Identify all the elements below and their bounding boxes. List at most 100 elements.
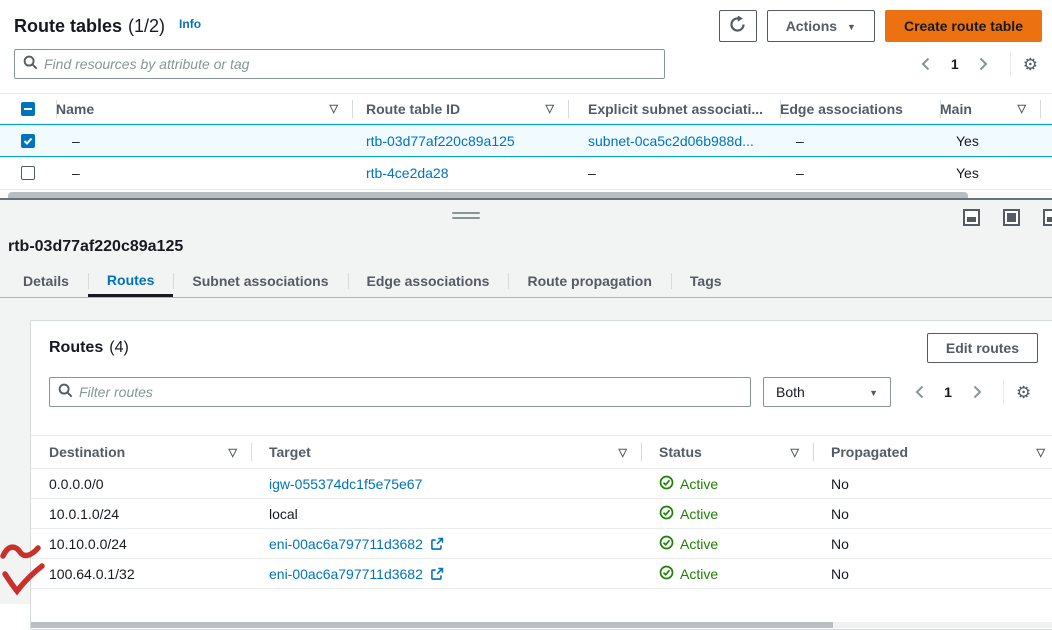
refresh-icon (729, 16, 746, 36)
target-link[interactable]: igw-055374dc1f5e75e67 (269, 476, 422, 492)
status-text: Active (680, 566, 718, 582)
sort-icon[interactable]: ▽ (791, 446, 813, 459)
panel-bottom-icon[interactable] (963, 209, 980, 226)
selection-count: (1/2) (128, 16, 165, 37)
resource-search[interactable] (14, 49, 665, 79)
divider (1010, 52, 1011, 76)
tab-subnet-associations[interactable]: Subnet associations (173, 265, 347, 297)
external-link-icon[interactable] (430, 567, 444, 581)
cell-propagated: No (813, 559, 1052, 588)
next-page-button[interactable] (970, 50, 998, 78)
select-all-checkbox[interactable] (21, 102, 35, 116)
column-header-destination[interactable]: Destination ▽ (31, 436, 251, 468)
edit-routes-button[interactable]: Edit routes (927, 333, 1038, 363)
routes-filter-row: Both ▼ 1 ⚙ (31, 363, 1052, 407)
header-actions: Actions ▼ Create route table (719, 10, 1042, 42)
routes-filter-input[interactable] (79, 384, 742, 400)
sort-icon[interactable]: ▽ (229, 446, 251, 459)
cell-destination: 10.0.1.0/24 (31, 499, 251, 528)
route-row[interactable]: 10.0.1.0/24 local Active No (31, 499, 1052, 529)
route-table-id-link[interactable]: rtb-03d77af220c89a125 (366, 133, 515, 149)
route-table-id-link[interactable]: rtb-4ce2da28 (366, 165, 449, 181)
cell-propagated: No (813, 529, 1052, 558)
sort-icon[interactable]: ▽ (1037, 446, 1052, 459)
tab-routes[interactable]: Routes (88, 265, 173, 297)
tab-route-propagation[interactable]: Route propagation (508, 265, 670, 297)
chevron-down-icon: ▼ (869, 388, 878, 398)
status-ok-icon (659, 505, 674, 523)
split-panel-drag-handle[interactable] (452, 212, 480, 222)
settings-gear-icon[interactable]: ⚙ (1016, 384, 1031, 401)
cell-destination: 0.0.0.0/0 (31, 469, 251, 498)
tab-details[interactable]: Details (4, 265, 88, 297)
status-text: Active (680, 536, 718, 552)
target-link[interactable]: eni-00ac6a797711d3682 (269, 536, 423, 552)
row-checkbox[interactable] (21, 134, 35, 148)
cell-edge: – (780, 157, 940, 189)
refresh-button[interactable] (719, 10, 757, 42)
column-header-route-table-id[interactable]: Route table ID ▽ (352, 94, 568, 123)
cell-edge: – (780, 125, 940, 156)
info-link[interactable]: Info (179, 17, 201, 31)
prev-page-button[interactable] (912, 50, 940, 78)
target-link[interactable]: eni-00ac6a797711d3682 (269, 566, 423, 582)
settings-gear-icon[interactable]: ⚙ (1023, 56, 1038, 73)
column-header-status[interactable]: Status ▽ (641, 436, 813, 468)
cell-destination: 10.10.0.0/24 (31, 529, 251, 558)
sort-icon[interactable]: ▽ (546, 102, 568, 115)
cell-propagated: No (813, 499, 1052, 528)
page-number[interactable]: 1 (944, 56, 966, 72)
column-header-explicit-subnet[interactable]: Explicit subnet associati... (568, 94, 780, 123)
route-row[interactable]: 100.64.0.1/32 eni-00ac6a797711d3682 Acti… (31, 559, 1052, 589)
column-header-main[interactable]: Main ▽ (940, 94, 1040, 123)
route-row[interactable]: 0.0.0.0/0 igw-055374dc1f5e75e67 Active N… (31, 469, 1052, 499)
routes-filter[interactable] (49, 377, 751, 407)
route-row[interactable]: 10.10.0.0/24 eni-00ac6a797711d3682 Activ… (31, 529, 1052, 559)
row-checkbox[interactable] (21, 166, 35, 180)
cell-main: Yes (940, 157, 1040, 189)
column-header-name[interactable]: Name ▽ (56, 94, 352, 123)
routes-card: Routes (4) Edit routes Both ▼ 1 (30, 320, 1052, 630)
page-header: Route tables (1/2) Info Actions ▼ Create… (0, 0, 1052, 42)
divider (1003, 380, 1004, 404)
tab-tags[interactable]: Tags (671, 265, 741, 297)
cell-subnet: – (568, 157, 780, 189)
next-page-button[interactable] (963, 378, 991, 406)
external-link-icon[interactable] (430, 537, 444, 551)
column-header-propagated[interactable]: Propagated ▽ (813, 436, 1052, 468)
status-ok-icon (659, 475, 674, 493)
routes-title: Routes (49, 339, 103, 357)
routes-type-select[interactable]: Both ▼ (763, 377, 891, 407)
route-tables-table: Name ▽ Route table ID ▽ Explicit subnet … (0, 93, 1052, 201)
search-icon (58, 383, 73, 401)
detail-tabs: Details Routes Subnet associations Edge … (0, 265, 1052, 298)
search-input[interactable] (44, 56, 656, 72)
panel-side-icon[interactable] (1043, 209, 1052, 226)
sort-icon[interactable]: ▽ (1018, 102, 1040, 115)
tab-edge-associations[interactable]: Edge associations (348, 265, 509, 297)
split-panel-bar (0, 200, 1052, 234)
routes-horizontal-scrollbar (31, 622, 1052, 628)
column-header-target[interactable]: Target ▽ (251, 436, 641, 468)
column-header-edge-associations[interactable]: Edge associations (780, 94, 940, 123)
status-ok-icon (659, 565, 674, 583)
actions-button-label: Actions (786, 18, 837, 34)
sort-icon[interactable]: ▽ (330, 102, 352, 115)
table-row[interactable]: – rtb-03d77af220c89a125 subnet-0ca5c2d06… (0, 124, 1052, 157)
scrollbar-thumb[interactable] (31, 622, 833, 628)
table-row[interactable]: – rtb-4ce2da28 – – Yes (0, 157, 1052, 190)
panel-position-controls (963, 209, 1052, 226)
panel-expand-icon[interactable] (1003, 209, 1020, 226)
select-value: Both (776, 384, 805, 400)
status-text: Active (680, 506, 718, 522)
cell-propagated: No (813, 469, 1052, 498)
sort-icon[interactable]: ▽ (619, 446, 641, 459)
prev-page-button[interactable] (905, 378, 933, 406)
routes-table: Destination ▽ Target ▽ Status ▽ Propagat… (31, 435, 1052, 589)
subnet-link[interactable]: subnet-0ca5c2d06b988d... (588, 133, 754, 149)
cell-name: – (56, 125, 352, 156)
actions-button[interactable]: Actions ▼ (767, 10, 875, 42)
table-header-row: Name ▽ Route table ID ▽ Explicit subnet … (0, 93, 1052, 124)
page-number[interactable]: 1 (937, 384, 959, 400)
create-route-table-button[interactable]: Create route table (885, 10, 1042, 42)
